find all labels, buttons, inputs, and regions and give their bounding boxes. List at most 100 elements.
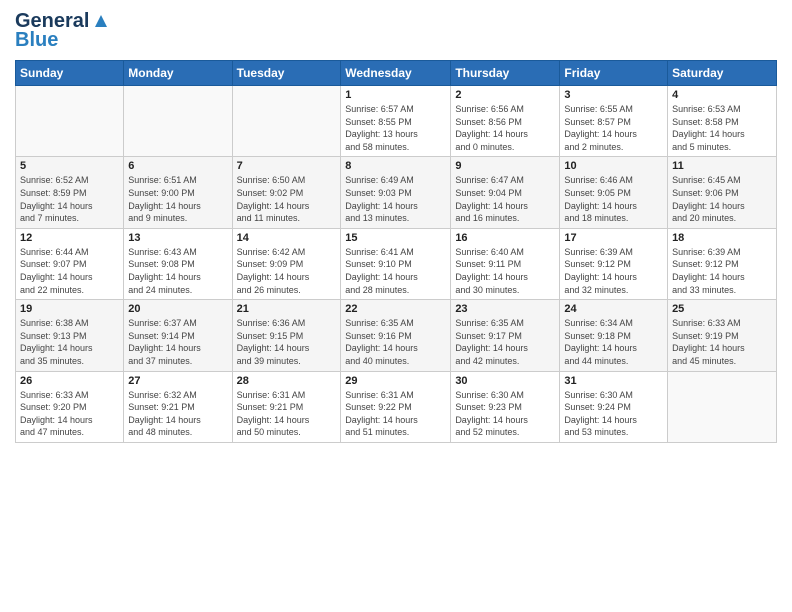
day-number: 21	[237, 303, 337, 315]
day-info: Sunrise: 6:49 AMSunset: 9:03 PMDaylight:…	[345, 174, 446, 224]
day-info: Sunrise: 6:35 AMSunset: 9:17 PMDaylight:…	[455, 317, 555, 367]
day-cell: 15 Sunrise: 6:41 AMSunset: 9:10 PMDayligh…	[341, 228, 451, 299]
day-number: 13	[128, 232, 227, 244]
day-number: 1	[345, 89, 446, 101]
day-number: 22	[345, 303, 446, 315]
weekday-header-thursday: Thursday	[451, 61, 560, 86]
day-info: Sunrise: 6:37 AMSunset: 9:14 PMDaylight:…	[128, 317, 227, 367]
day-number: 14	[237, 232, 337, 244]
day-info: Sunrise: 6:34 AMSunset: 9:18 PMDaylight:…	[564, 317, 663, 367]
day-cell	[16, 86, 124, 157]
day-cell	[232, 86, 341, 157]
day-number: 16	[455, 232, 555, 244]
day-number: 8	[345, 160, 446, 172]
day-cell: 17 Sunrise: 6:39 AMSunset: 9:12 PMDayligh…	[560, 228, 668, 299]
day-info: Sunrise: 6:30 AMSunset: 9:24 PMDaylight:…	[564, 389, 663, 439]
day-cell: 11 Sunrise: 6:45 AMSunset: 9:06 PMDayligh…	[668, 157, 777, 228]
day-cell: 13 Sunrise: 6:43 AMSunset: 9:08 PMDayligh…	[124, 228, 232, 299]
day-cell: 14 Sunrise: 6:42 AMSunset: 9:09 PMDayligh…	[232, 228, 341, 299]
week-row-2: 5Sunrise: 6:52 AMSunset: 8:59 PMDaylight…	[16, 157, 777, 228]
weekday-header-sunday: Sunday	[16, 61, 124, 86]
day-info: Sunrise: 6:50 AMSunset: 9:02 PMDaylight:…	[237, 174, 337, 224]
day-cell: 22 Sunrise: 6:35 AMSunset: 9:16 PMDayligh…	[341, 300, 451, 371]
weekday-header-wednesday: Wednesday	[341, 61, 451, 86]
day-cell: 21 Sunrise: 6:36 AMSunset: 9:15 PMDayligh…	[232, 300, 341, 371]
day-info: Sunrise: 6:53 AMSunset: 8:58 PMDaylight:…	[672, 103, 772, 153]
calendar: SundayMondayTuesdayWednesdayThursdayFrid…	[15, 60, 777, 443]
day-number: 28	[237, 375, 337, 387]
day-cell	[668, 371, 777, 442]
day-cell: 20Sunrise: 6:37 AMSunset: 9:14 PMDayligh…	[124, 300, 232, 371]
day-info: Sunrise: 6:41 AMSunset: 9:10 PMDaylight:…	[345, 246, 446, 296]
page: General Blue SundayMondayTuesdayWednesda…	[0, 0, 792, 612]
day-cell: 2Sunrise: 6:56 AMSunset: 8:56 PMDaylight…	[451, 86, 560, 157]
day-cell: 5Sunrise: 6:52 AMSunset: 8:59 PMDaylight…	[16, 157, 124, 228]
weekday-header-monday: Monday	[124, 61, 232, 86]
day-cell: 1 Sunrise: 6:57 AMSunset: 8:55 PMDaylight…	[341, 86, 451, 157]
day-info: Sunrise: 6:57 AMSunset: 8:55 PMDaylight:…	[345, 103, 446, 153]
day-info: Sunrise: 6:42 AMSunset: 9:09 PMDaylight:…	[237, 246, 337, 296]
day-cell: 29 Sunrise: 6:31 AMSunset: 9:22 PMDayligh…	[341, 371, 451, 442]
day-info: Sunrise: 6:38 AMSunset: 9:13 PMDaylight:…	[20, 317, 119, 367]
day-cell: 24 Sunrise: 6:34 AMSunset: 9:18 PMDayligh…	[560, 300, 668, 371]
day-info: Sunrise: 6:43 AMSunset: 9:08 PMDaylight:…	[128, 246, 227, 296]
day-info: Sunrise: 6:56 AMSunset: 8:56 PMDaylight:…	[455, 103, 555, 153]
day-number: 11	[672, 160, 772, 172]
day-cell: 16 Sunrise: 6:40 AMSunset: 9:11 PMDayligh…	[451, 228, 560, 299]
day-info: Sunrise: 6:32 AMSunset: 9:21 PMDaylight:…	[128, 389, 227, 439]
day-info: Sunrise: 6:39 AMSunset: 9:12 PMDaylight:…	[672, 246, 772, 296]
week-row-1: 1 Sunrise: 6:57 AMSunset: 8:55 PMDaylight…	[16, 86, 777, 157]
day-number: 24	[564, 303, 663, 315]
header: General Blue	[15, 10, 777, 52]
day-cell: 7Sunrise: 6:50 AMSunset: 9:02 PMDaylight…	[232, 157, 341, 228]
day-info: Sunrise: 6:36 AMSunset: 9:15 PMDaylight:…	[237, 317, 337, 367]
day-number: 26	[20, 375, 119, 387]
day-info: Sunrise: 6:31 AMSunset: 9:21 PMDaylight:…	[237, 389, 337, 439]
day-number: 12	[20, 232, 119, 244]
day-cell: 30 Sunrise: 6:30 AMSunset: 9:23 PMDayligh…	[451, 371, 560, 442]
day-info: Sunrise: 6:31 AMSunset: 9:22 PMDaylight:…	[345, 389, 446, 439]
day-info: Sunrise: 6:30 AMSunset: 9:23 PMDaylight:…	[455, 389, 555, 439]
day-number: 17	[564, 232, 663, 244]
day-cell: 18 Sunrise: 6:39 AMSunset: 9:12 PMDayligh…	[668, 228, 777, 299]
weekday-header-tuesday: Tuesday	[232, 61, 341, 86]
day-info: Sunrise: 6:55 AMSunset: 8:57 PMDaylight:…	[564, 103, 663, 153]
day-number: 27	[128, 375, 227, 387]
day-cell: 25 Sunrise: 6:33 AMSunset: 9:19 PMDayligh…	[668, 300, 777, 371]
day-cell: 3 Sunrise: 6:55 AMSunset: 8:57 PMDaylight…	[560, 86, 668, 157]
day-info: Sunrise: 6:46 AMSunset: 9:05 PMDaylight:…	[564, 174, 663, 224]
day-number: 6	[128, 160, 227, 172]
day-cell: 23 Sunrise: 6:35 AMSunset: 9:17 PMDayligh…	[451, 300, 560, 371]
day-number: 15	[345, 232, 446, 244]
day-cell: 9Sunrise: 6:47 AMSunset: 9:04 PMDaylight…	[451, 157, 560, 228]
day-cell: 6 Sunrise: 6:51 AMSunset: 9:00 PMDaylight…	[124, 157, 232, 228]
day-number: 23	[455, 303, 555, 315]
week-row-3: 12 Sunrise: 6:44 AMSunset: 9:07 PMDayligh…	[16, 228, 777, 299]
day-cell: 10 Sunrise: 6:46 AMSunset: 9:05 PMDayligh…	[560, 157, 668, 228]
day-number: 18	[672, 232, 772, 244]
logo: General Blue	[15, 10, 111, 52]
day-number: 30	[455, 375, 555, 387]
day-number: 10	[564, 160, 663, 172]
day-number: 29	[345, 375, 446, 387]
day-cell: 27 Sunrise: 6:32 AMSunset: 9:21 PMDayligh…	[124, 371, 232, 442]
day-info: Sunrise: 6:35 AMSunset: 9:16 PMDaylight:…	[345, 317, 446, 367]
day-info: Sunrise: 6:45 AMSunset: 9:06 PMDaylight:…	[672, 174, 772, 224]
day-info: Sunrise: 6:51 AMSunset: 9:00 PMDaylight:…	[128, 174, 227, 224]
day-cell: 12 Sunrise: 6:44 AMSunset: 9:07 PMDayligh…	[16, 228, 124, 299]
day-cell: 8 Sunrise: 6:49 AMSunset: 9:03 PMDaylight…	[341, 157, 451, 228]
weekday-header-row: SundayMondayTuesdayWednesdayThursdayFrid…	[16, 61, 777, 86]
day-info: Sunrise: 6:44 AMSunset: 9:07 PMDaylight:…	[20, 246, 119, 296]
day-number: 3	[564, 89, 663, 101]
day-number: 31	[564, 375, 663, 387]
day-cell: 31 Sunrise: 6:30 AMSunset: 9:24 PMDayligh…	[560, 371, 668, 442]
day-cell: 4Sunrise: 6:53 AMSunset: 8:58 PMDaylight…	[668, 86, 777, 157]
logo-icon	[91, 11, 111, 31]
day-cell	[124, 86, 232, 157]
day-info: Sunrise: 6:39 AMSunset: 9:12 PMDaylight:…	[564, 246, 663, 296]
day-number: 25	[672, 303, 772, 315]
week-row-5: 26 Sunrise: 6:33 AMSunset: 9:20 PMDayligh…	[16, 371, 777, 442]
day-info: Sunrise: 6:33 AMSunset: 9:20 PMDaylight:…	[20, 389, 119, 439]
day-info: Sunrise: 6:33 AMSunset: 9:19 PMDaylight:…	[672, 317, 772, 367]
day-info: Sunrise: 6:40 AMSunset: 9:11 PMDaylight:…	[455, 246, 555, 296]
